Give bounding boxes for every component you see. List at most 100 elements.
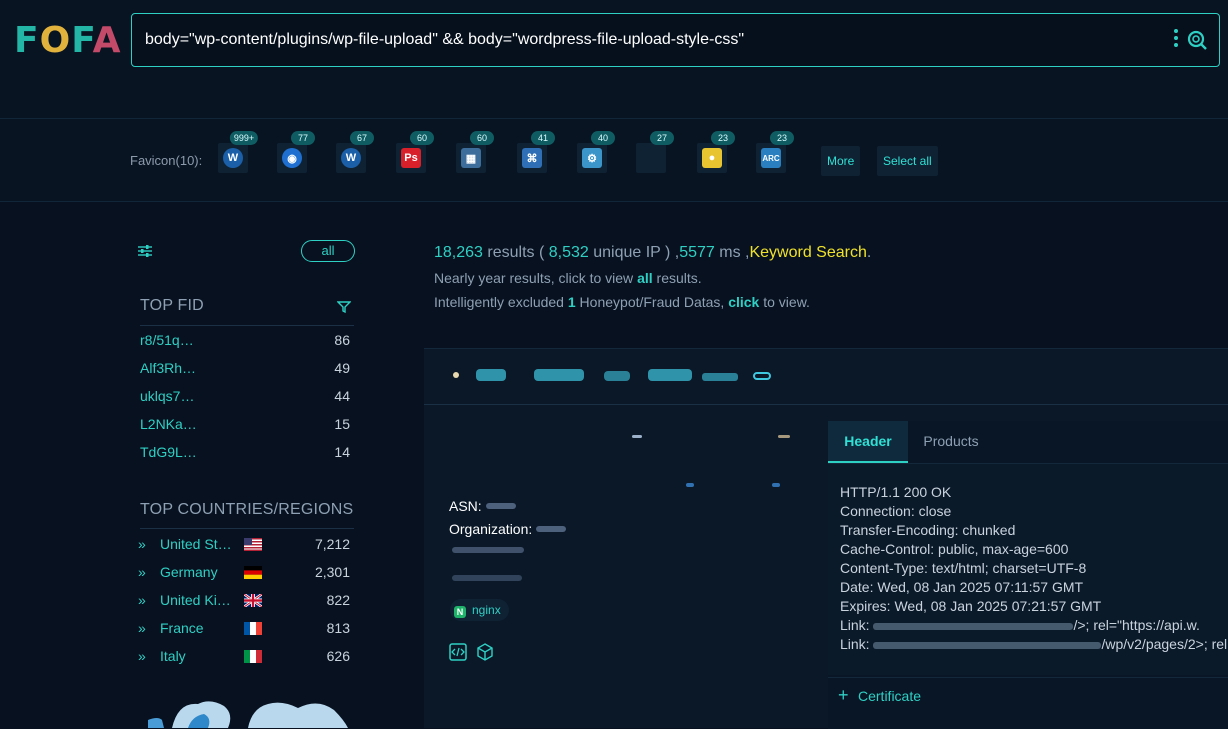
redacted-asn — [486, 503, 516, 509]
fofa-logo[interactable]: FOFA — [14, 20, 122, 61]
chevron-right-icon[interactable]: » — [138, 536, 146, 552]
fid-row[interactable]: r8/51q… 86 — [140, 332, 350, 352]
favicon-filter-gears-icon[interactable]: ⚙ 40 — [577, 131, 615, 173]
unique-ip-count: 8,532 — [548, 244, 589, 261]
country-name[interactable]: United Ki… — [160, 592, 231, 608]
fid-count: 49 — [334, 360, 350, 376]
http-header-line: Connection: close — [840, 503, 952, 519]
top-fid-title: TOP FID — [140, 297, 204, 314]
tab-products[interactable]: Products — [908, 421, 994, 463]
redacted-location — [452, 575, 522, 581]
chevron-right-icon[interactable]: » — [138, 648, 146, 664]
fid-row[interactable]: L2NKa… 15 — [140, 416, 350, 436]
http-header-line: Cache-Control: public, max-age=600 — [840, 541, 1069, 557]
favicon-count-badge: 27 — [650, 131, 674, 145]
country-row[interactable]: » United Ki… 822 — [138, 592, 350, 612]
all-toggle[interactable]: all — [301, 240, 355, 262]
favicon-filter-python-icon[interactable]: ⌘ 41 — [517, 131, 555, 173]
view-all-link[interactable]: all — [637, 270, 653, 286]
country-count: 7,212 — [314, 536, 350, 552]
favicon-filter-grid-icon[interactable]: ▦ 60 — [456, 131, 494, 173]
period: . — [866, 244, 872, 261]
favicon-count-badge: 23 — [711, 131, 735, 145]
country-count: 822 — [326, 592, 350, 608]
search-icon[interactable] — [1187, 30, 1207, 50]
search-query[interactable]: body="wp-content/plugins/wp-file-upload"… — [145, 31, 744, 49]
arc-icon: ARC — [761, 148, 781, 168]
country-row[interactable]: » Italy 626 — [138, 648, 350, 668]
fid-row[interactable]: TdG9L… 14 — [140, 444, 350, 464]
select-all-favicons-button[interactable]: Select all — [877, 146, 938, 176]
search-input[interactable]: body="wp-content/plugins/wp-file-upload"… — [131, 13, 1220, 67]
favicon-filter-wordpress-icon[interactable]: W 67 — [336, 131, 374, 173]
world-map-thumbnail[interactable] — [148, 690, 348, 728]
it-flag-icon — [244, 650, 262, 663]
redacted-text — [778, 435, 790, 438]
certificate-toggle[interactable]: + Certificate — [828, 677, 1228, 713]
python-icon: ⌘ — [522, 148, 542, 168]
nginx-tag[interactable]: Nnginx — [450, 599, 509, 621]
chevron-right-icon[interactable]: » — [138, 620, 146, 636]
favicon-filter-blank-icon[interactable]: 27 — [636, 131, 674, 173]
country-count: 813 — [326, 620, 350, 636]
link-tail: />; rel="https://api.w. — [1073, 617, 1200, 633]
results-summary: 18,263 results ( 8,532 unique IP ) ,5577… — [434, 244, 871, 310]
code-icon[interactable] — [449, 643, 467, 661]
result-count: 18,263 — [434, 244, 483, 261]
blank-icon — [641, 148, 661, 168]
more-options-icon[interactable] — [1173, 29, 1179, 49]
country-name[interactable]: Italy — [160, 648, 186, 664]
fid-count: 14 — [334, 444, 350, 460]
favicon-filter-emblem-icon[interactable]: ● 23 — [697, 131, 735, 173]
cube-icon[interactable] — [477, 643, 493, 661]
http-header-box[interactable]: HTTP/1.1 200 OK Connection: close Transfer… — [828, 463, 1228, 675]
chevron-right-icon[interactable]: » — [138, 592, 146, 608]
redacted-organization — [536, 526, 566, 532]
redacted-text — [772, 483, 780, 487]
fid-key[interactable]: r8/51q… — [140, 332, 194, 348]
fid-row[interactable]: uklqs7… 44 — [140, 388, 350, 408]
tab-header[interactable]: Header — [828, 421, 908, 463]
favicon-filter-row: Favicon(10): W 999+ ◉ 77 W 67 Ps 60 ▦ 60 ⌘ 41 ⚙ 40 27 ●… — [0, 118, 1228, 202]
query-time: 5577 — [679, 244, 715, 261]
nginx-label: nginx — [472, 603, 501, 617]
fid-key[interactable]: Alf3Rh… — [140, 360, 196, 376]
filter-icon[interactable] — [337, 300, 351, 314]
favicon-filter-ps-icon[interactable]: Ps 60 — [396, 131, 434, 173]
country-row[interactable]: » Germany 2,301 — [138, 564, 350, 584]
fid-key[interactable]: uklqs7… — [140, 388, 194, 404]
link-tail: /wp/v2/pages/2>; rel — [1101, 636, 1228, 652]
us-flag-icon — [244, 538, 262, 551]
result-card-title[interactable] — [424, 349, 1228, 405]
country-row[interactable]: » France 813 — [138, 620, 350, 640]
excluded-text: Intelligently excluded — [434, 294, 568, 310]
fid-key[interactable]: TdG9L… — [140, 444, 197, 460]
http-header-line: HTTP/1.1 200 OK — [840, 484, 952, 500]
http-header-line: Link: /wp/v2/pages/2>; rel — [840, 636, 1228, 652]
fid-row[interactable]: Alf3Rh… 49 — [140, 360, 350, 380]
more-favicons-button[interactable]: More — [821, 146, 861, 176]
filter-settings-icon[interactable] — [138, 244, 152, 258]
redacted-host-link[interactable] — [452, 367, 772, 385]
fid-key[interactable]: L2NKa… — [140, 416, 197, 432]
country-name[interactable]: Germany — [160, 564, 218, 580]
country-row[interactable]: » United St… 7,212 — [138, 536, 350, 556]
redacted-url — [873, 622, 1074, 630]
view-honeypot-link[interactable]: click — [728, 294, 759, 310]
country-count: 2,301 — [314, 564, 350, 580]
top-countries-title: TOP COUNTRIES/REGIONS — [140, 501, 354, 518]
asn-label: ASN: — [449, 498, 482, 514]
fid-count: 86 — [334, 332, 350, 348]
favicon-filter-wordpress-icon[interactable]: W 999+ — [218, 131, 259, 173]
http-header-line: Date: Wed, 08 Jan 2025 07:11:57 GMT — [840, 579, 1084, 595]
country-name[interactable]: United St… — [160, 536, 232, 552]
nginx-icon: N — [454, 606, 466, 618]
chevron-right-icon[interactable]: » — [138, 564, 146, 580]
country-name[interactable]: France — [160, 620, 204, 636]
http-header-line: Content-Type: text/html; charset=UTF-8 — [840, 560, 1087, 576]
favicon-filter-arc-icon[interactable]: ARC 23 — [756, 131, 794, 173]
results-suffix: results. — [652, 270, 702, 286]
favicon-filter-blue-circle-icon[interactable]: ◉ 77 — [277, 131, 315, 173]
search-mode: Keyword Search — [749, 244, 867, 261]
favicon-count-badge: 60 — [410, 131, 434, 145]
